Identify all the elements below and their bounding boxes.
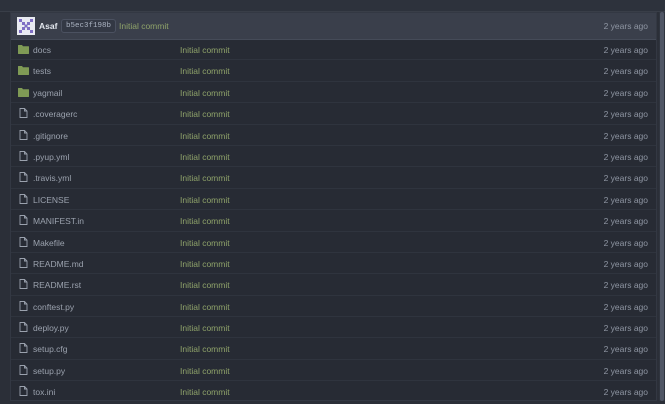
file-row[interactable]: setup.py Initial commit 2 years ago [11,360,656,382]
file-commit-message-link[interactable]: Initial commit [180,152,230,162]
file-commit-time: 2 years ago [603,173,648,184]
file-icon [18,300,29,311]
folder-icon [18,65,29,76]
commit-time: 2 years ago [603,21,648,31]
file-commit-time: 2 years ago [603,301,648,312]
file-commit-time: 2 years ago [603,130,648,141]
file-row[interactable]: conftest.py Initial commit 2 years ago [11,296,656,318]
folder-icon [18,44,29,54]
file-icon [18,151,29,161]
file-commit-message-link[interactable]: Initial commit [180,387,230,397]
file-name-link[interactable]: .coveragerc [33,109,77,119]
file-commit-time: 2 years ago [603,45,648,55]
file-row[interactable]: yagmail Initial commit 2 years ago [11,82,656,104]
file-commit-time: 2 years ago [603,387,648,398]
file-row[interactable]: README.md Initial commit 2 years ago [11,253,656,275]
file-commit-message-link[interactable]: Initial commit [180,238,230,248]
file-name-link[interactable]: conftest.py [33,302,74,312]
file-name-link[interactable]: tox.ini [33,387,55,397]
file-row[interactable]: tox.ini Initial commit 2 years ago [11,381,656,400]
file-commit-time: 2 years ago [603,258,648,269]
file-commit-message-link[interactable]: Initial commit [180,45,230,55]
file-icon [18,193,29,204]
commit-author[interactable]: Asaf [39,21,57,31]
file-commit-time: 2 years ago [603,87,648,98]
avatar-identicon-icon [17,17,35,35]
file-commit-message-link[interactable]: Initial commit [180,88,230,98]
commit-sha-badge[interactable]: b5ec3f198b [61,19,117,33]
scrollbar-thumb[interactable] [660,12,664,401]
file-commit-message-link[interactable]: Initial commit [180,195,230,205]
file-name-link[interactable]: Makefile [33,238,65,248]
file-row[interactable]: deploy.py Initial commit 2 years ago [11,317,656,339]
file-commit-time: 2 years ago [603,280,648,291]
file-commit-message-link[interactable]: Initial commit [180,259,230,269]
file-icon [18,386,29,397]
top-edge [0,0,665,12]
file-name-link[interactable]: .gitignore [33,131,68,141]
file-icon [18,257,29,268]
file-row[interactable]: tests Initial commit 2 years ago [11,60,656,82]
file-row[interactable]: .coveragerc Initial commit 2 years ago [11,103,656,125]
latest-commit-header: Asaf b5ec3f198b Initial commit 2 years a… [11,13,656,40]
file-row[interactable]: LICENSE Initial commit 2 years ago [11,189,656,211]
file-name-link[interactable]: deploy.py [33,323,69,333]
file-commit-message-link[interactable]: Initial commit [180,366,230,376]
file-name-link[interactable]: README.rst [33,280,81,290]
file-row[interactable]: .gitignore Initial commit 2 years ago [11,125,656,146]
file-name-link[interactable]: MANIFEST.in [33,216,84,226]
file-row[interactable]: setup.cfg Initial commit 2 years ago [11,338,656,360]
file-icon [18,215,29,226]
file-icon [18,172,29,183]
file-name-link[interactable]: .pyup.yml [33,152,69,162]
file-commit-time: 2 years ago [603,344,648,355]
commit-message[interactable]: Initial commit [119,21,169,31]
file-icon [18,108,29,119]
file-commit-time: 2 years ago [603,151,648,162]
file-row[interactable]: .pyup.yml Initial commit 2 years ago [11,146,656,168]
file-list: docs Initial commit 2 years ago tests Initia… [11,39,656,400]
file-icon [18,129,29,140]
file-name-link[interactable]: README.md [33,259,84,269]
file-row[interactable]: MANIFEST.in Initial commit 2 years ago [11,210,656,232]
file-name-link[interactable]: .travis.yml [33,173,71,183]
file-icon [18,343,29,354]
file-icon [18,322,29,333]
file-icon [18,364,29,375]
avatar[interactable] [17,17,35,35]
file-commit-time: 2 years ago [603,323,648,334]
file-row[interactable]: .travis.yml Initial commit 2 years ago [11,167,656,189]
file-row[interactable]: docs Initial commit 2 years ago [11,39,656,61]
file-commit-message-link[interactable]: Initial commit [180,66,230,76]
file-commit-time: 2 years ago [603,109,648,120]
file-commit-message-link[interactable]: Initial commit [180,216,230,226]
file-commit-message-link[interactable]: Initial commit [180,173,230,183]
file-icon [18,236,29,247]
file-commit-message-link[interactable]: Initial commit [180,280,230,290]
file-commit-time: 2 years ago [603,237,648,248]
file-name-link[interactable]: setup.py [33,366,65,376]
file-commit-time: 2 years ago [603,216,648,227]
file-commit-message-link[interactable]: Initial commit [180,302,230,312]
file-name-link[interactable]: LICENSE [33,195,69,205]
folder-icon [18,87,29,97]
file-row[interactable]: Makefile Initial commit 2 years ago [11,232,656,253]
file-commit-message-link[interactable]: Initial commit [180,131,230,141]
file-commit-message-link[interactable]: Initial commit [180,323,230,333]
file-commit-message-link[interactable]: Initial commit [180,109,230,119]
file-icon [18,279,29,290]
file-commit-time: 2 years ago [603,194,648,205]
file-browser-panel: Asaf b5ec3f198b Initial commit 2 years a… [10,12,657,401]
file-commit-message-link[interactable]: Initial commit [180,344,230,354]
file-name-link[interactable]: tests [33,66,51,76]
file-commit-time: 2 years ago [603,365,648,376]
file-name-link[interactable]: yagmail [33,88,62,98]
file-row[interactable]: README.rst Initial commit 2 years ago [11,274,656,296]
file-commit-time: 2 years ago [603,66,648,77]
file-name-link[interactable]: setup.cfg [33,344,68,354]
file-name-link[interactable]: docs [33,45,51,55]
scrollbar[interactable] [659,12,665,401]
